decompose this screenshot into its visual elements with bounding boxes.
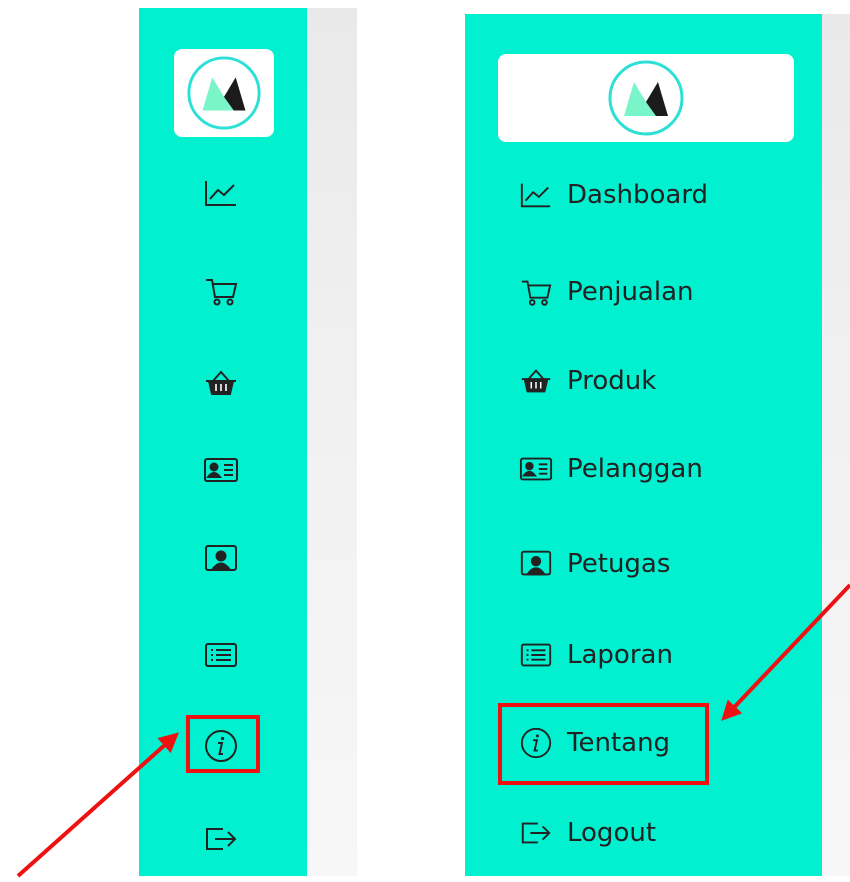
arrow-to-collapsed-info [16,732,179,878]
arrow-overlay [16,583,850,878]
arrow-to-expanded-tentang [721,583,850,721]
